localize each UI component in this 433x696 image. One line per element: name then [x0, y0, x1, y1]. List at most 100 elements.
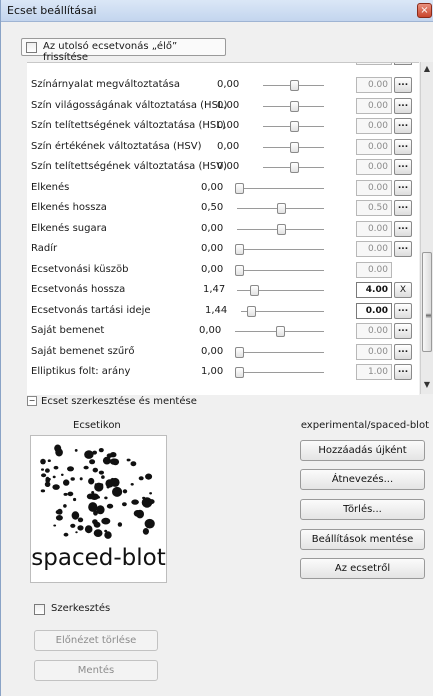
- param-curve-button[interactable]: ...: [394, 138, 412, 155]
- close-button[interactable]: ×: [417, 3, 432, 18]
- blot-dot: [109, 458, 119, 465]
- param-slider[interactable]: [235, 326, 324, 337]
- param-row[interactable]: Elkenés hossza 0,50 0.50...: [27, 198, 417, 218]
- delete-button[interactable]: Törlés...: [300, 499, 425, 520]
- rename-button[interactable]: Átnevezés...: [300, 469, 425, 490]
- about-brush-button[interactable]: Az ecsetről: [300, 558, 425, 579]
- param-row[interactable]: Szín értékének változtatása (HSV) 0,00 0.0…: [27, 137, 417, 157]
- slider-thumb[interactable]: [276, 203, 286, 214]
- param-slider[interactable]: [235, 244, 324, 255]
- param-spinbox[interactable]: 0.00: [356, 97, 392, 114]
- slider-thumb[interactable]: [289, 100, 299, 112]
- param-curve-button[interactable]: ...: [394, 159, 412, 175]
- param-row[interactable]: Ecsetvonás tartási ideje 1,44 0.00...: [27, 301, 417, 321]
- add-new-button[interactable]: Hozzáadás újként: [300, 440, 425, 461]
- slider-thumb[interactable]: [289, 80, 299, 91]
- param-spinbox[interactable]: 0.00: [356, 302, 392, 319]
- param-row[interactable]: Saját bemenet szűrő 0,00 0.00...: [27, 342, 417, 362]
- scroll-up-icon[interactable]: ▲: [422, 64, 432, 76]
- param-row[interactable]: Szín világosságának változtatása (HSL) 0,…: [27, 96, 417, 116]
- param-spinbox[interactable]: 0.00: [356, 159, 392, 175]
- blot-dot: [70, 477, 75, 481]
- blot-dot: [112, 486, 123, 497]
- param-slider[interactable]: [237, 203, 324, 214]
- param-name: Ecsetvonás hossza: [31, 284, 126, 295]
- param-spinbox[interactable]: 0.00: [356, 179, 392, 196]
- slider-thumb[interactable]: [289, 162, 299, 173]
- param-slider[interactable]: [237, 223, 324, 235]
- param-curve-button[interactable]: ...: [394, 220, 412, 237]
- param-row[interactable]: Elkenés 0,00 0.00...: [27, 178, 417, 198]
- param-row[interactable]: Saját bemenet 0,00 0.00...: [27, 321, 417, 341]
- clear-preview-button[interactable]: Előnézet törlése: [34, 630, 158, 651]
- slider-thumb[interactable]: [235, 264, 244, 276]
- param-spinbox[interactable]: 0.00: [356, 323, 392, 339]
- param-curve-button[interactable]: ...: [394, 241, 412, 257]
- param-slider[interactable]: [263, 121, 324, 132]
- edit-checkbox[interactable]: [34, 604, 45, 615]
- slider-thumb[interactable]: [275, 326, 285, 337]
- param-spinbox[interactable]: 0.50: [356, 200, 392, 216]
- param-row[interactable]: Ecsetvonás hossza 1,47 4.00 X: [27, 280, 417, 300]
- save-button[interactable]: Mentés: [34, 660, 158, 681]
- param-slider[interactable]: [263, 141, 324, 153]
- param-slider[interactable]: [235, 367, 324, 378]
- scroll-down-icon[interactable]: ▼: [422, 380, 432, 392]
- param-curve-button[interactable]: ...: [394, 77, 412, 93]
- param-curve-button[interactable]: ...: [394, 97, 412, 114]
- slider-thumb[interactable]: [246, 305, 256, 317]
- param-value: 0,00: [217, 99, 240, 111]
- live-update-checkbox[interactable]: [26, 42, 37, 53]
- param-spinbox[interactable]: 0.00: [356, 241, 392, 257]
- scrollbar-thumb[interactable]: ≡: [422, 252, 432, 352]
- param-slider[interactable]: [263, 100, 324, 112]
- param-curve-button[interactable]: ...: [394, 179, 412, 196]
- collapse-icon[interactable]: −: [27, 396, 37, 406]
- edit-save-section-header[interactable]: − Ecset szerkesztése és mentése: [27, 396, 197, 407]
- brush-icon-preview[interactable]: spaced-blot: [30, 435, 167, 583]
- param-slider[interactable]: [235, 182, 324, 194]
- slider-thumb[interactable]: [235, 346, 244, 358]
- param-row[interactable]: Ecsetvonási küszöb 0,00 0.00: [27, 260, 417, 280]
- param-spinbox[interactable]: 0.00: [356, 261, 392, 278]
- param-slider[interactable]: [263, 80, 324, 91]
- param-spinbox[interactable]: 1.00: [356, 364, 392, 380]
- param-row[interactable]: Elkenés sugara 0,00 0.00...: [27, 219, 417, 239]
- slider-thumb[interactable]: [235, 367, 244, 378]
- param-row[interactable]: Szín telítettségének változtatása (HSV) 0…: [27, 157, 417, 177]
- param-spinbox[interactable]: 4.00: [356, 282, 392, 298]
- blot-dot: [96, 505, 105, 515]
- param-slider[interactable]: [235, 346, 324, 358]
- slider-thumb[interactable]: [235, 244, 244, 255]
- param-curve-button[interactable]: ...: [394, 323, 412, 339]
- param-spinbox[interactable]: 0.00: [356, 138, 392, 155]
- param-curve-button[interactable]: ...: [394, 343, 412, 360]
- vertical-scrollbar[interactable]: ▲ ≡ ▼: [420, 62, 433, 394]
- param-row[interactable]: Radír 0,00 0.00...: [27, 239, 417, 259]
- param-slider[interactable]: [263, 162, 324, 173]
- slider-thumb[interactable]: [289, 141, 299, 153]
- param-row[interactable]: Elliptikus folt: arány 1,00 1.00...: [27, 362, 417, 382]
- save-settings-button[interactable]: Beállítások mentése: [300, 529, 425, 550]
- slider-thumb[interactable]: [250, 285, 260, 296]
- param-curve-button[interactable]: X: [394, 282, 412, 298]
- param-spinbox[interactable]: 0.00: [356, 343, 392, 360]
- param-row[interactable]: Színárnyalat megváltoztatása 0,00 0.00...: [27, 75, 417, 95]
- param-curve-button[interactable]: ...: [394, 364, 412, 380]
- param-spinbox[interactable]: 0.00: [356, 220, 392, 237]
- param-name: Radír: [31, 243, 58, 254]
- param-curve-button[interactable]: ...: [394, 118, 412, 134]
- param-slider[interactable]: [235, 264, 324, 276]
- slider-thumb[interactable]: [289, 121, 299, 132]
- param-slider[interactable]: [237, 285, 324, 296]
- param-spinbox[interactable]: 0.00: [356, 77, 392, 93]
- param-curve-button[interactable]: ...: [394, 200, 412, 216]
- param-spinbox[interactable]: 0.00: [356, 118, 392, 134]
- parameter-list[interactable]: Színárnyalat megváltoztatása 0,00 0.00... S…: [27, 62, 419, 395]
- param-row[interactable]: Szín telítettségének változtatása (HSL) 0…: [27, 116, 417, 136]
- param-curve-button[interactable]: ...: [394, 302, 412, 319]
- live-update-toggle[interactable]: Az utolsó ecsetvonás „élő” frissítése: [21, 38, 226, 63]
- slider-thumb[interactable]: [276, 223, 286, 235]
- param-slider[interactable]: [241, 305, 324, 317]
- slider-thumb[interactable]: [235, 182, 244, 194]
